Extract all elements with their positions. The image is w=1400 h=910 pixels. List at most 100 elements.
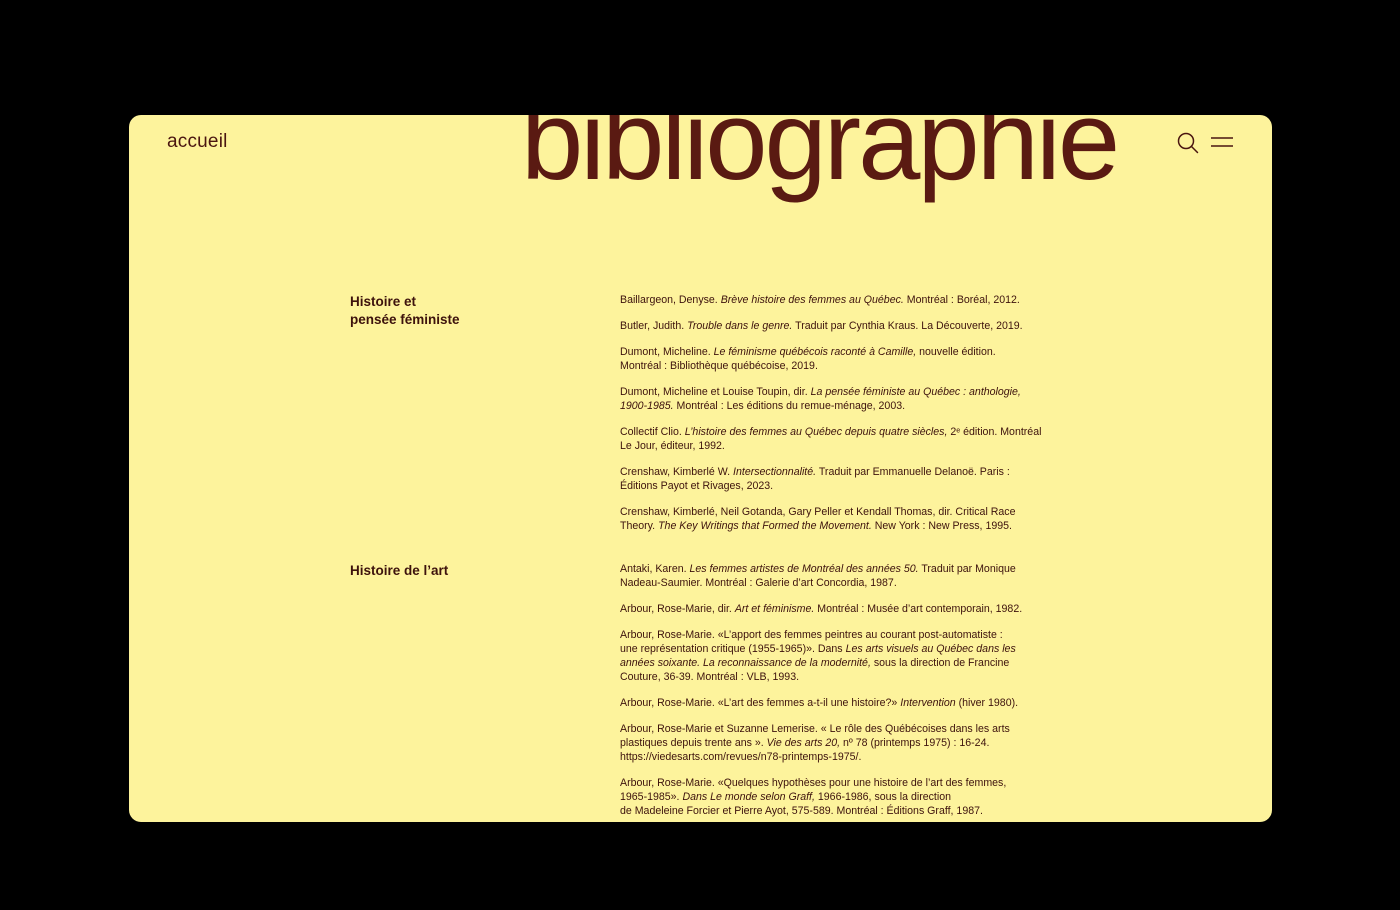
entry-line: Éditions Payot et Rivages, 2023. [620,479,1060,493]
bibliography-entry: Arbour, Rose-Marie, dir. Art et féminism… [620,602,1060,616]
entry-italic-text: Art et féminisme. [734,603,815,615]
entry-text: https://viedesarts.com/revues/n78-printe… [620,751,862,763]
entry-italic-text: Intersectionnalité. [733,466,817,478]
bibliography-entry: Crenshaw, Kimberlé, Neil Gotanda, Gary P… [620,505,1060,533]
entry-text: Traduit par Cynthia Kraus. La Découverte… [792,320,1023,332]
bibliography-entry: Arbour, Rose-Marie et Suzanne Lemerise. … [620,722,1060,764]
home-link[interactable]: accueil [167,131,228,153]
entry-text: New York : New Press, 1995. [871,520,1012,532]
entry-italic-text: L’histoire des femmes au Québec depuis q… [684,426,948,438]
section-title-line: Histoire de l’art [350,563,449,578]
entry-italic-text: Vie des arts 20, [766,737,841,749]
entry-text: Dumont, Micheline. [620,346,714,358]
entry-line: Crenshaw, Kimberlé, Neil Gotanda, Gary P… [620,505,1060,519]
entry-line: Dumont, Micheline et Louise Toupin, dir.… [620,385,1060,399]
entry-text: Baillargeon, Denyse. [620,294,721,306]
entry-text: Montréal : Boréal, 2012. [903,294,1020,306]
entry-line: Butler, Judith. Trouble dans le genre. T… [620,319,1060,333]
entry-text: Montréal : Musée d’art contemporain, 198… [814,603,1023,615]
entry-text: Arbour, Rose-Marie et Suzanne Lemerise. … [620,723,1010,735]
bibliography-entry: Crenshaw, Kimberlé W. Intersectionnalité… [620,465,1060,493]
entry-line: Dumont, Micheline. Le féminisme québécoi… [620,345,1060,359]
entry-text: Arbour, Rose-Marie. «L’apport des femmes… [620,629,1003,641]
bibliography-list: Antaki, Karen. Les femmes artistes de Mo… [620,562,1060,822]
bibliography-list: Baillargeon, Denyse. Brève histoire des … [620,293,1060,545]
entry-line: Arbour, Rose-Marie et Suzanne Lemerise. … [620,722,1060,736]
content-card: accueil bibliographie Histoire et pensée… [129,115,1272,822]
entry-text: de Madeleine Forcier et Pierre Ayot, 575… [620,805,983,817]
entry-text: une représentation critique (1955-1965)»… [620,643,846,655]
bibliography-entry: Arbour, Rose-Marie. «Quelques hypothèses… [620,776,1060,818]
section-title: Histoire et pensée féministe [350,293,550,329]
entry-italic-text: Intervention [900,697,956,709]
entry-italic-text: Les arts visuels au Québec dans les [845,643,1016,655]
entry-italic-text: La pensée féministe au Québec : antholog… [810,386,1021,398]
entry-text: Le Jour, éditeur, 1992. [620,440,725,452]
entry-italic-text: Le féminisme québécois raconté à Camille… [713,346,917,358]
entry-line: Collectif Clio. L’histoire des femmes au… [620,425,1060,439]
entry-text: Nadeau-Saumier. Montréal : Galerie d’art… [620,577,897,589]
page-title: bibliographie [521,115,1120,203]
entry-line: Montréal : Bibliothèque québécoise, 2019… [620,359,1060,373]
bibliography-entry: Arbour, Rose-Marie. «L’art des femmes a-… [620,696,1060,710]
entry-line: Arbour, Rose-Marie, dir. Art et féminism… [620,602,1060,616]
entry-text: Éditions Payot et Rivages, 2023. [620,480,774,492]
entry-line: de Madeleine Forcier et Pierre Ayot, 575… [620,804,1060,818]
entry-text: Arbour, Rose-Marie, dir. [620,603,735,615]
bibliography-entry: Butler, Judith. Trouble dans le genre. T… [620,319,1060,333]
entry-text: Crenshaw, Kimberlé, Neil Gotanda, Gary P… [620,506,1016,518]
entry-line: 1965-1985». Dans Le monde selon Graff, 1… [620,790,1060,804]
bibliography-entry: Collectif Clio. L’histoire des femmes au… [620,425,1060,453]
entry-italic-text: années soixante. La reconnaissance de la… [620,657,871,669]
entry-line: Nadeau-Saumier. Montréal : Galerie d’art… [620,576,1060,590]
entry-text: Crenshaw, Kimberlé W. [620,466,734,478]
entry-line: Crenshaw, Kimberlé W. Intersectionnalité… [620,465,1060,479]
entry-line: Antaki, Karen. Les femmes artistes de Mo… [620,562,1060,576]
entry-line: Theory. The Key Writings that Formed the… [620,519,1060,533]
entry-line: années soixante. La reconnaissance de la… [620,656,1060,670]
entry-text: Collectif Clio. [620,426,685,438]
entry-italic-text: Dans Le monde selon Graff, [682,791,815,803]
entry-line: https://viedesarts.com/revues/n78-printe… [620,750,1060,764]
entry-italic-text: Les femmes artistes de Montréal des anné… [689,563,919,575]
entry-text: Montréal : Les éditions du remue-ménage,… [673,400,906,412]
entry-line: Baillargeon, Denyse. Brève histoire des … [620,293,1060,307]
entry-line: Arbour, Rose-Marie. «L’apport des femmes… [620,628,1060,642]
entry-text: Arbour, Rose-Marie. «L’art des femmes a-… [620,697,901,709]
entry-text: Couture, 36-39. Montréal : VLB, 1993. [620,671,800,683]
entry-text: Montréal : Bibliothèque québécoise, 2019… [620,360,818,372]
entry-text: Theory. [620,520,659,532]
entry-italic-text: Trouble dans le genre. [687,320,793,332]
entry-text: nouvelle édition. [916,346,996,358]
entry-line: Le Jour, éditeur, 1992. [620,439,1060,453]
entry-text: Traduit par Monique [918,563,1016,575]
entry-text: Antaki, Karen. [620,563,690,575]
entry-text: (hiver 1980). [955,697,1019,709]
entry-line: 1900-1985. Montréal : Les éditions du re… [620,399,1060,413]
bibliography-entry: Baillargeon, Denyse. Brève histoire des … [620,293,1060,307]
entry-line: une représentation critique (1955-1965)»… [620,642,1060,656]
entry-text: sous la direction de Francine [870,657,1010,669]
entry-italic-text: Brève histoire des femmes au Québec. [720,294,904,306]
entry-text: Traduit par Emmanuelle Delanoë. Paris : [816,466,1010,478]
bibliography-entry: Dumont, Micheline. Le féminisme québécoi… [620,345,1060,373]
bibliography-entry: Arbour, Rose-Marie. «L’apport des femmes… [620,628,1060,684]
entry-line: Arbour, Rose-Marie. «L’art des femmes a-… [620,696,1060,710]
entry-text: 1966-1986, sous la direction [814,791,951,803]
entry-text: 1965-1985». [620,791,683,803]
entry-text: 2ᵉ édition. Montréal [947,426,1042,438]
bibliography-entry: Antaki, Karen. Les femmes artistes de Mo… [620,562,1060,590]
entry-line: Arbour, Rose-Marie. «Quelques hypothèses… [620,776,1060,790]
entry-text: Arbour, Rose-Marie. «Quelques hypothèses… [620,777,1007,789]
entry-text: Butler, Judith. [620,320,688,332]
entry-italic-text: 1900-1985. [620,400,674,412]
search-icon[interactable] [1177,132,1199,154]
entry-text: nº 78 (printemps 1975) : 16-24. [840,737,990,749]
entry-line: plastiques depuis trente ans ». Vie des … [620,736,1060,750]
section-title-line: Histoire et [350,294,417,309]
entry-text: plastiques depuis trente ans ». [620,737,767,749]
entry-text: Dumont, Micheline et Louise Toupin, dir. [620,386,811,398]
bibliography-entry: Dumont, Micheline et Louise Toupin, dir.… [620,385,1060,413]
entry-italic-text: The Key Writings that Formed the Movemen… [658,520,872,532]
menu-icon[interactable] [1210,135,1234,151]
